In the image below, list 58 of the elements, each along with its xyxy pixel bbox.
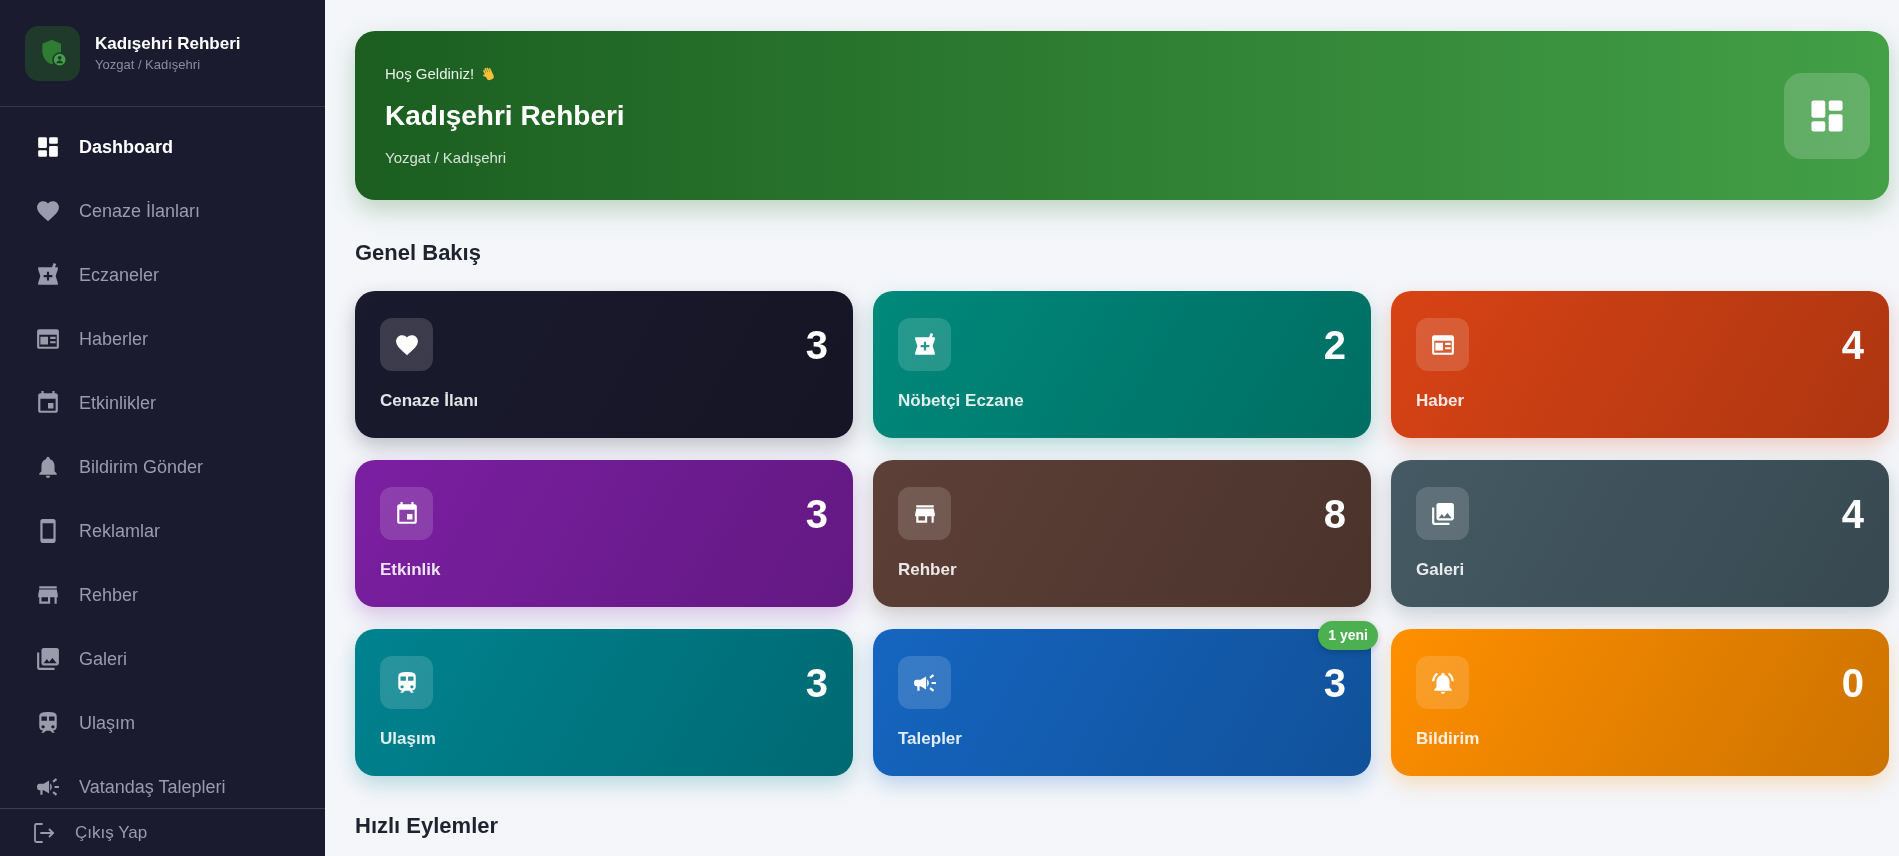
- sidebar-item[interactable]: Haberler: [0, 319, 325, 359]
- stat-count: 3: [1323, 660, 1346, 705]
- calendar-icon: [36, 391, 60, 415]
- greeting-text: Hoş Geldiniz!: [385, 63, 475, 84]
- store-icon: [898, 487, 951, 540]
- sidebar-item[interactable]: Eczaneler: [0, 255, 325, 295]
- section-heading: Genel Bakış: [355, 240, 482, 266]
- stat-label: Galeri: [1416, 560, 1465, 580]
- stat-count: 2: [1323, 322, 1346, 367]
- dashboard-icon: [36, 135, 60, 159]
- logout-icon: [33, 821, 55, 844]
- sidebar-item[interactable]: Reklamlar: [0, 511, 325, 551]
- pharmacy-icon: [36, 263, 60, 287]
- bell-icon: [36, 455, 60, 479]
- stat-label: Bildirim: [1416, 729, 1480, 749]
- stat-label: Nöbetçi Eczane: [898, 391, 1024, 411]
- sidebar-item[interactable]: Vatandaş Talepleri: [0, 767, 325, 807]
- stat-count: 4: [1841, 322, 1864, 367]
- stat-count: 3: [805, 322, 828, 367]
- stat-count: 8: [1323, 491, 1346, 536]
- sidebar-item[interactable]: Etkinlikler: [0, 383, 325, 423]
- stat-label: Haber: [1416, 391, 1465, 411]
- new-items-badge: 1 yeni: [1318, 621, 1378, 650]
- sidebar-item[interactable]: Ulaşım: [0, 703, 325, 743]
- banner-subtitle: Yozgat / Kadışehri: [385, 147, 508, 168]
- sidebar-item[interactable]: Dashboard: [0, 127, 325, 167]
- section-heading: Hızlı Eylemler: [355, 813, 500, 839]
- pharmacy-icon: [898, 318, 951, 371]
- sidebar-item[interactable]: Cenaze İlanları: [0, 191, 325, 231]
- sidebar-item[interactable]: Galeri: [0, 639, 325, 679]
- photo-library-icon: [36, 647, 60, 671]
- newspaper-icon: [36, 327, 60, 351]
- banner-title: Kadışehri Rehberi: [385, 98, 625, 133]
- location-subtitle: Yozgat / Kadışehri: [95, 55, 202, 74]
- photo-library-icon: [1416, 487, 1469, 540]
- store-icon: [36, 583, 60, 607]
- stat-count: 3: [805, 491, 828, 536]
- train-icon: [36, 711, 60, 735]
- dashboard-icon: [1784, 72, 1870, 159]
- sidebar-item[interactable]: Rehber: [0, 575, 325, 615]
- stat-label: Talepler: [898, 729, 962, 749]
- shield-person-icon: [25, 25, 80, 81]
- stat-label: Ulaşım: [380, 729, 436, 749]
- heart-icon: [36, 199, 60, 223]
- stat-count: 4: [1841, 491, 1864, 536]
- stat-label: Cenaze İlanı: [380, 391, 479, 411]
- stat-count: 3: [805, 660, 828, 705]
- logout-link[interactable]: Çıkış Yap: [0, 814, 148, 851]
- stat-count: 0: [1841, 660, 1864, 705]
- sidebar-item[interactable]: Bildirim Gönder: [0, 447, 325, 487]
- stat-label: Etkinlik: [380, 560, 441, 580]
- newspaper-icon: [1416, 318, 1469, 371]
- train-icon: [380, 656, 433, 709]
- ringing-bell-icon: [1416, 656, 1469, 709]
- stat-label: Rehber: [898, 560, 957, 580]
- app-title: Kadışehri Rehberi: [95, 32, 241, 54]
- calendar-icon: [380, 487, 433, 540]
- megaphone-icon: [898, 656, 951, 709]
